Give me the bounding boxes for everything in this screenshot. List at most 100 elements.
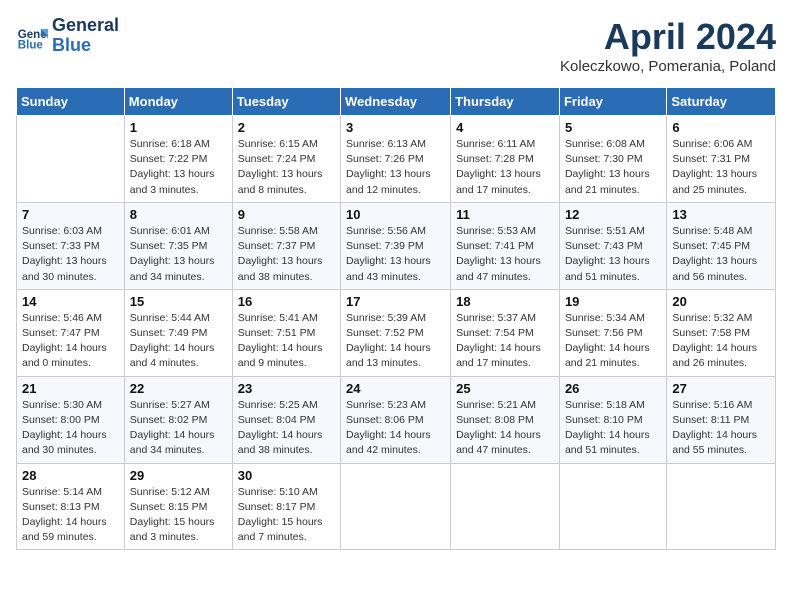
calendar-day-cell	[341, 463, 451, 550]
calendar-day-cell: 4Sunrise: 6:11 AMSunset: 7:28 PMDaylight…	[451, 116, 560, 203]
day-info: Sunrise: 6:01 AMSunset: 7:35 PMDaylight:…	[130, 224, 227, 285]
day-number: 16	[238, 294, 335, 309]
calendar-day-cell: 17 Sunrise: 5:39 AMSunset: 7:52 PMDayligh…	[341, 289, 451, 376]
day-info: Sunrise: 5:12 AMSunset: 8:15 PMDaylight:…	[130, 485, 227, 546]
day-number: 29	[130, 468, 227, 483]
day-info: Sunrise: 5:14 AMSunset: 8:13 PMDaylight:…	[22, 485, 119, 546]
calendar-day-cell: 29 Sunrise: 5:12 AMSunset: 8:15 PMDayligh…	[124, 463, 232, 550]
calendar-day-cell: 1 Sunrise: 6:18 AMSunset: 7:22 PMDaylight…	[124, 116, 232, 203]
day-info: Sunrise: 6:03 AMSunset: 7:33 PMDaylight:…	[22, 224, 119, 285]
calendar-day-cell: 3Sunrise: 6:13 AMSunset: 7:26 PMDaylight…	[341, 116, 451, 203]
calendar-day-cell: 15 Sunrise: 5:44 AMSunset: 7:49 PMDayligh…	[124, 289, 232, 376]
day-number: 13	[672, 207, 770, 222]
day-number: 8	[130, 207, 227, 222]
calendar-day-cell: 30 Sunrise: 5:10 AMSunset: 8:17 PMDayligh…	[232, 463, 340, 550]
day-number: 20	[672, 294, 770, 309]
day-number: 18	[456, 294, 554, 309]
calendar-day-cell: 27 Sunrise: 5:16 AMSunset: 8:11 PMDayligh…	[667, 376, 776, 463]
day-info: Sunrise: 5:58 AMSunset: 7:37 PMDaylight:…	[238, 224, 335, 285]
day-number: 1	[130, 120, 227, 135]
day-info: Sunrise: 5:37 AMSunset: 7:54 PMDaylight:…	[456, 311, 554, 372]
day-info: Sunrise: 5:23 AMSunset: 8:06 PMDaylight:…	[346, 398, 445, 459]
day-number: 27	[672, 381, 770, 396]
day-info: Sunrise: 5:44 AMSunset: 7:49 PMDaylight:…	[130, 311, 227, 372]
logo-icon: General Blue	[16, 20, 48, 52]
day-number: 3	[346, 120, 445, 135]
weekday-header-cell: Wednesday	[341, 88, 451, 116]
day-info: Sunrise: 5:51 AMSunset: 7:43 PMDaylight:…	[565, 224, 661, 285]
weekday-header-row: SundayMondayTuesdayWednesdayThursdayFrid…	[17, 88, 776, 116]
calendar-day-cell: 18 Sunrise: 5:37 AMSunset: 7:54 PMDayligh…	[451, 289, 560, 376]
calendar-day-cell: 19 Sunrise: 5:34 AMSunset: 7:56 PMDayligh…	[559, 289, 666, 376]
calendar-week-row: 14Sunrise: 5:46 AMSunset: 7:47 PMDayligh…	[17, 289, 776, 376]
day-info: Sunrise: 5:27 AMSunset: 8:02 PMDaylight:…	[130, 398, 227, 459]
calendar-week-row: 28 Sunrise: 5:14 AMSunset: 8:13 PMDayligh…	[17, 463, 776, 550]
day-info: Sunrise: 5:10 AMSunset: 8:17 PMDaylight:…	[238, 485, 335, 546]
day-info: Sunrise: 6:11 AMSunset: 7:28 PMDaylight:…	[456, 137, 554, 198]
calendar-body: 1 Sunrise: 6:18 AMSunset: 7:22 PMDaylight…	[17, 116, 776, 550]
day-number: 26	[565, 381, 661, 396]
calendar-day-cell: 21 Sunrise: 5:30 AMSunset: 8:00 PMDayligh…	[17, 376, 125, 463]
location: Koleczkowo, Pomerania, Poland	[560, 58, 776, 75]
weekday-header-cell: Tuesday	[232, 88, 340, 116]
weekday-header-cell: Friday	[559, 88, 666, 116]
day-info: Sunrise: 6:15 AMSunset: 7:24 PMDaylight:…	[238, 137, 335, 198]
day-number: 25	[456, 381, 554, 396]
day-info: Sunrise: 5:46 AMSunset: 7:47 PMDaylight:…	[22, 311, 119, 372]
svg-text:Blue: Blue	[18, 39, 44, 51]
day-info: Sunrise: 5:39 AMSunset: 7:52 PMDaylight:…	[346, 311, 445, 372]
calendar-table: SundayMondayTuesdayWednesdayThursdayFrid…	[16, 87, 776, 550]
calendar-day-cell: 8 Sunrise: 6:01 AMSunset: 7:35 PMDaylight…	[124, 202, 232, 289]
calendar-day-cell	[451, 463, 560, 550]
calendar-day-cell: 14Sunrise: 5:46 AMSunset: 7:47 PMDayligh…	[17, 289, 125, 376]
day-number: 21	[22, 381, 119, 396]
day-info: Sunrise: 5:30 AMSunset: 8:00 PMDaylight:…	[22, 398, 119, 459]
weekday-header-cell: Sunday	[17, 88, 125, 116]
calendar-day-cell: 22 Sunrise: 5:27 AMSunset: 8:02 PMDayligh…	[124, 376, 232, 463]
day-number: 17	[346, 294, 445, 309]
calendar-day-cell: 6Sunrise: 6:06 AMSunset: 7:31 PMDaylight…	[667, 116, 776, 203]
calendar-day-cell: 20 Sunrise: 5:32 AMSunset: 7:58 PMDayligh…	[667, 289, 776, 376]
calendar-week-row: 21 Sunrise: 5:30 AMSunset: 8:00 PMDayligh…	[17, 376, 776, 463]
day-number: 22	[130, 381, 227, 396]
calendar-day-cell: 10 Sunrise: 5:56 AMSunset: 7:39 PMDayligh…	[341, 202, 451, 289]
calendar-week-row: 1 Sunrise: 6:18 AMSunset: 7:22 PMDaylight…	[17, 116, 776, 203]
day-info: Sunrise: 5:48 AMSunset: 7:45 PMDaylight:…	[672, 224, 770, 285]
calendar-day-cell: 11Sunrise: 5:53 AMSunset: 7:41 PMDayligh…	[451, 202, 560, 289]
day-info: Sunrise: 5:21 AMSunset: 8:08 PMDaylight:…	[456, 398, 554, 459]
day-info: Sunrise: 5:16 AMSunset: 8:11 PMDaylight:…	[672, 398, 770, 459]
month-title: April 2024	[560, 16, 776, 58]
weekday-header-cell: Saturday	[667, 88, 776, 116]
logo: General Blue General Blue	[16, 16, 119, 56]
day-info: Sunrise: 5:32 AMSunset: 7:58 PMDaylight:…	[672, 311, 770, 372]
day-number: 9	[238, 207, 335, 222]
day-number: 19	[565, 294, 661, 309]
day-number: 24	[346, 381, 445, 396]
calendar-day-cell: 13 Sunrise: 5:48 AMSunset: 7:45 PMDayligh…	[667, 202, 776, 289]
day-info: Sunrise: 5:41 AMSunset: 7:51 PMDaylight:…	[238, 311, 335, 372]
calendar-day-cell	[559, 463, 666, 550]
calendar-day-cell: 5Sunrise: 6:08 AMSunset: 7:30 PMDaylight…	[559, 116, 666, 203]
calendar-day-cell: 12Sunrise: 5:51 AMSunset: 7:43 PMDayligh…	[559, 202, 666, 289]
weekday-header-cell: Monday	[124, 88, 232, 116]
day-number: 28	[22, 468, 119, 483]
day-info: Sunrise: 5:25 AMSunset: 8:04 PMDaylight:…	[238, 398, 335, 459]
day-number: 6	[672, 120, 770, 135]
day-number: 10	[346, 207, 445, 222]
day-info: Sunrise: 5:34 AMSunset: 7:56 PMDaylight:…	[565, 311, 661, 372]
day-info: Sunrise: 6:18 AMSunset: 7:22 PMDaylight:…	[130, 137, 227, 198]
calendar-day-cell: 25 Sunrise: 5:21 AMSunset: 8:08 PMDayligh…	[451, 376, 560, 463]
logo-text: General Blue	[52, 16, 119, 56]
day-info: Sunrise: 5:53 AMSunset: 7:41 PMDaylight:…	[456, 224, 554, 285]
calendar-week-row: 7 Sunrise: 6:03 AMSunset: 7:33 PMDaylight…	[17, 202, 776, 289]
title-block: April 2024 Koleczkowo, Pomerania, Poland	[560, 16, 776, 75]
day-info: Sunrise: 5:18 AMSunset: 8:10 PMDaylight:…	[565, 398, 661, 459]
day-number: 30	[238, 468, 335, 483]
calendar-day-cell: 23Sunrise: 5:25 AMSunset: 8:04 PMDayligh…	[232, 376, 340, 463]
day-number: 7	[22, 207, 119, 222]
calendar-day-cell: 28 Sunrise: 5:14 AMSunset: 8:13 PMDayligh…	[17, 463, 125, 550]
weekday-header-cell: Thursday	[451, 88, 560, 116]
calendar-day-cell: 26 Sunrise: 5:18 AMSunset: 8:10 PMDayligh…	[559, 376, 666, 463]
day-info: Sunrise: 5:56 AMSunset: 7:39 PMDaylight:…	[346, 224, 445, 285]
day-number: 15	[130, 294, 227, 309]
